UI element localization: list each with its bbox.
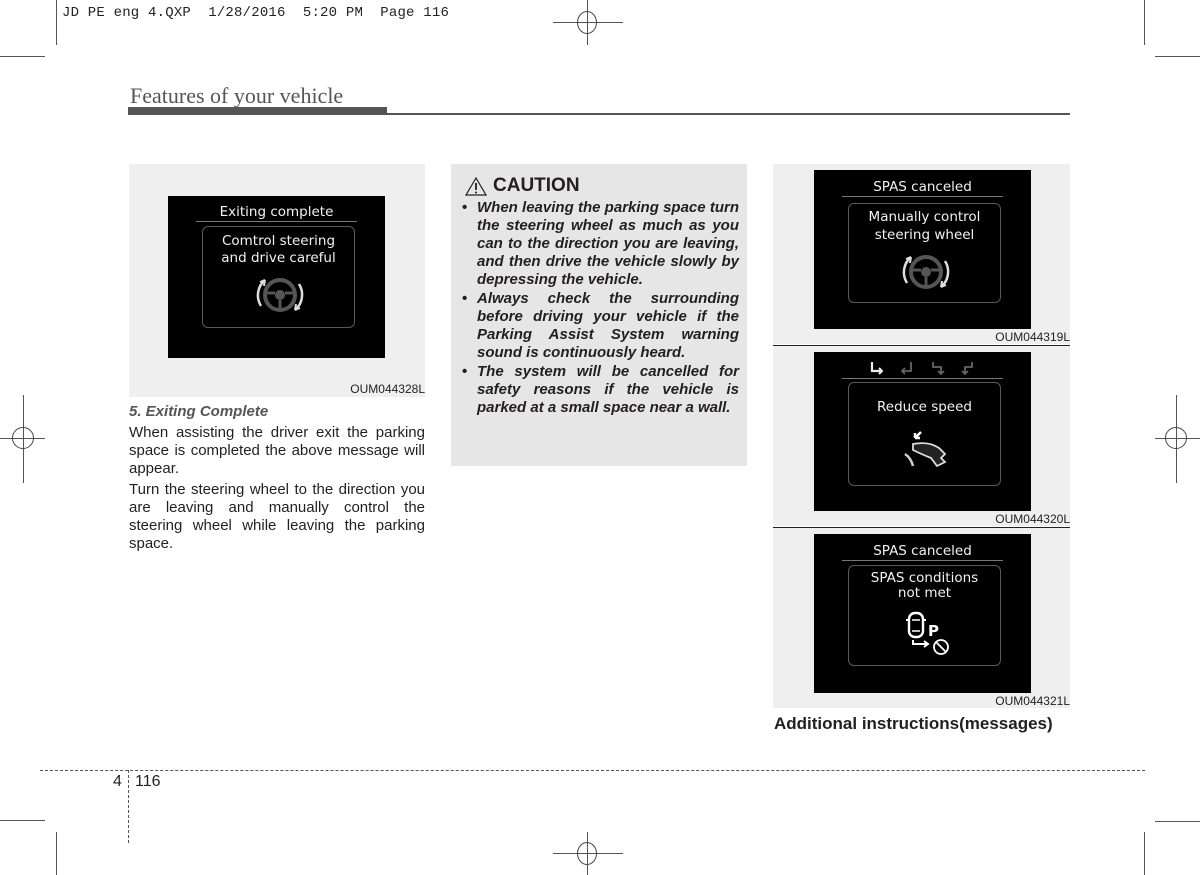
crop-mark xyxy=(1155,56,1200,57)
crop-mark xyxy=(1144,832,1145,875)
caution-heading: CAUTION xyxy=(465,175,580,197)
exit-left-arrow-icon xyxy=(901,362,913,375)
message-line-1: Manually control xyxy=(868,209,981,225)
cluster-screen: Reduce speed xyxy=(814,352,1031,511)
crop-mark xyxy=(1144,0,1145,45)
message-line-1: Comtrol steering xyxy=(221,233,336,249)
section-title: Features of your vehicle xyxy=(130,83,344,108)
screen-title: SPAS canceled xyxy=(873,543,972,559)
title-underline-thick xyxy=(128,107,387,115)
page-number: 116 xyxy=(135,773,161,790)
screen-divider xyxy=(842,378,1003,379)
parking-mode-icons xyxy=(814,361,1031,377)
crop-mark xyxy=(56,832,57,875)
svg-text:P: P xyxy=(928,622,939,640)
title-underline-thin xyxy=(387,113,1070,115)
brake-pedal-foot-icon xyxy=(904,431,947,468)
exit-right-arrow-icon xyxy=(870,362,884,375)
figure-code: OUM044320L xyxy=(995,512,1070,526)
figure-code: OUM044328L xyxy=(350,382,425,396)
message-box: Comtrol steering and drive careful xyxy=(202,226,355,328)
car-park-prohibited-icon: P xyxy=(906,611,949,655)
figure-exiting-complete: Exiting complete Comtrol steering and dr… xyxy=(129,164,425,397)
print-slug: JD PE eng 4.QXP 1/28/2016 5:20 PM Page 1… xyxy=(62,5,450,21)
paragraph: When assisting the driver exit the parki… xyxy=(129,424,425,477)
figure-spas-conditions-not-met: SPAS canceled SPAS conditions not met P … xyxy=(773,528,1070,708)
figure-reduce-speed: Reduce speed OUM044320L xyxy=(773,346,1070,526)
screen-divider xyxy=(842,560,1003,561)
message-line-1: SPAS conditions xyxy=(870,570,979,586)
cluster-screen: SPAS canceled SPAS conditions not met P xyxy=(814,534,1031,693)
crop-mark xyxy=(56,0,57,45)
figure-caption: Additional instructions(messages) xyxy=(774,714,1053,733)
steering-wheel-rotate-icon xyxy=(902,255,950,289)
figure-code: OUM044319L xyxy=(995,330,1070,344)
message-box: SPAS conditions not met P xyxy=(848,565,1001,666)
cluster-screen: Exiting complete Comtrol steering and dr… xyxy=(168,196,385,358)
footer-rule xyxy=(40,770,1145,771)
cluster-screen: SPAS canceled Manually control steering … xyxy=(814,170,1031,329)
caution-title: CAUTION xyxy=(493,175,580,196)
figure-spas-canceled-manual: SPAS canceled Manually control steering … xyxy=(773,164,1070,344)
screen-divider xyxy=(842,196,1003,197)
steering-wheel-rotate-icon xyxy=(256,278,304,312)
screen-divider xyxy=(196,221,357,222)
message-line-2: not met xyxy=(897,585,952,601)
subheading: 5. Exiting Complete xyxy=(129,403,269,420)
crop-mark xyxy=(1155,821,1200,822)
footer-divider xyxy=(128,770,129,843)
caution-item: The system will be cancelled for safety … xyxy=(461,363,739,417)
caution-item: When leaving the parking space turn the … xyxy=(461,199,739,289)
message-box: Reduce speed xyxy=(848,382,1001,486)
paragraph: Turn the steering wheel to the direction… xyxy=(129,481,425,552)
caution-item: Always check the surrounding before driv… xyxy=(461,290,739,362)
message-line-2: and drive careful xyxy=(221,250,336,266)
message-box: Manually control steering wheel xyxy=(848,203,1001,303)
screen-title: Exiting complete xyxy=(219,204,334,220)
park-left-arrow-icon xyxy=(961,362,974,376)
message-line-2: steering wheel xyxy=(874,227,975,243)
warning-triangle-icon xyxy=(465,176,487,196)
caution-box: CAUTION When leaving the parking space t… xyxy=(451,164,747,466)
message-line-1: Reduce speed xyxy=(876,399,972,415)
screen-title: SPAS canceled xyxy=(873,179,972,195)
chapter-number: 4 xyxy=(113,773,122,790)
park-right-arrow-icon xyxy=(931,362,945,376)
figure-code: OUM044321L xyxy=(995,694,1070,708)
crop-mark xyxy=(0,56,45,57)
crop-mark xyxy=(0,820,45,821)
caution-list: When leaving the parking space turn the … xyxy=(461,199,739,418)
